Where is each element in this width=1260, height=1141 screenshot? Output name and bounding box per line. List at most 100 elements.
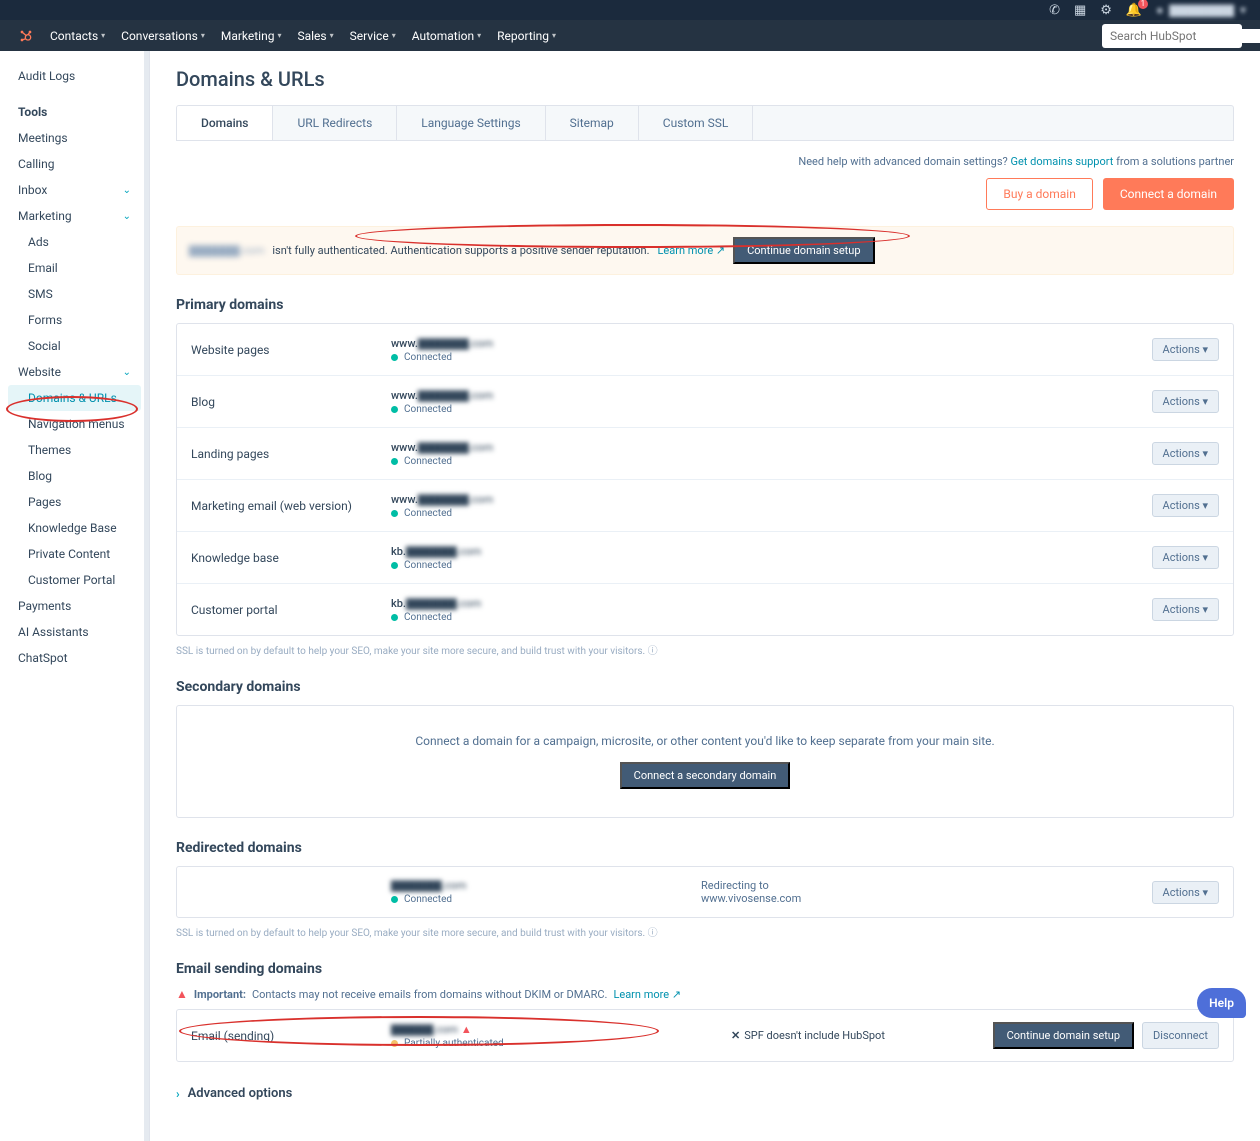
status-dot-icon — [391, 562, 398, 569]
content-type-label: Website pages — [191, 343, 391, 357]
tab-custom-ssl[interactable]: Custom SSL — [639, 106, 753, 140]
connect-secondary-domain-button[interactable]: Connect a secondary domain — [620, 762, 791, 789]
status-dot-icon — [391, 354, 398, 361]
chevron-down-icon: ⌄ — [123, 185, 131, 196]
status-dot-icon — [391, 1040, 398, 1047]
content-type-label: Landing pages — [191, 447, 391, 461]
continue-domain-setup-button[interactable]: Continue domain setup — [993, 1022, 1134, 1049]
connect-domain-button[interactable]: Connect a domain — [1103, 178, 1234, 210]
sidebar-ai-assistants[interactable]: AI Assistants — [0, 619, 149, 645]
account-menu[interactable]: ●▇▇▇▇▇▇▇ ▾ — [1156, 3, 1246, 17]
info-icon[interactable]: ⓘ — [648, 928, 658, 939]
sidebar-calling[interactable]: Calling — [0, 151, 149, 177]
sidebar-inbox[interactable]: Inbox⌄ — [0, 177, 149, 203]
tab-sitemap[interactable]: Sitemap — [546, 106, 639, 140]
search-input[interactable] — [1110, 29, 1260, 43]
actions-button[interactable]: Actions ▾ — [1152, 494, 1219, 517]
page-title: Domains & URLs — [176, 67, 1234, 91]
actions-button[interactable]: Actions ▾ — [1152, 442, 1219, 465]
tab-domains[interactable]: Domains — [177, 106, 273, 140]
email-sending-label: Email (sending) — [191, 1029, 391, 1043]
primary-domain-row: Marketing email (web version)www.▇▇▇▇▇▇.… — [177, 480, 1233, 532]
x-icon: ✕ — [731, 1029, 740, 1042]
content-type-label: Marketing email (web version) — [191, 499, 391, 513]
sidebar-website[interactable]: Website⌄ — [0, 359, 149, 385]
actions-button[interactable]: Actions ▾ — [1152, 881, 1219, 904]
actions-button[interactable]: Actions ▾ — [1152, 598, 1219, 621]
help-button[interactable]: Help — [1197, 988, 1246, 1018]
disconnect-button[interactable]: Disconnect — [1142, 1022, 1219, 1049]
learn-more-link[interactable]: Learn more ↗ — [613, 988, 681, 1001]
sidebar-themes[interactable]: Themes — [0, 437, 149, 463]
primary-domain-row: Blogwww.▇▇▇▇▇▇.comConnectedActions ▾ — [177, 376, 1233, 428]
global-search[interactable]: 🔍 — [1102, 24, 1242, 48]
external-link-icon: ↗ — [716, 244, 725, 257]
sidebar-forms[interactable]: Forms — [0, 307, 149, 333]
status-dot-icon — [391, 896, 398, 903]
primary-domain-row: Customer portalkb.▇▇▇▇▇▇.comConnectedAct… — [177, 584, 1233, 635]
sidebar-email[interactable]: Email — [0, 255, 149, 281]
sidebar-customer-portal[interactable]: Customer Portal — [0, 567, 149, 593]
main-content: Domains & URLs Domains URL Redirects Lan… — [150, 51, 1260, 1141]
actions-button[interactable]: Actions ▾ — [1152, 546, 1219, 569]
info-icon[interactable]: ⓘ — [648, 646, 658, 657]
sidebar-domains-urls[interactable]: Domains & URLs — [8, 385, 141, 411]
sidebar-audit-logs[interactable]: Audit Logs — [0, 63, 149, 89]
notifications-icon[interactable]: 🔔1 — [1126, 3, 1142, 18]
top-icon-bar: ✆ ▦ ⚙ 🔔1 ●▇▇▇▇▇▇▇ ▾ — [0, 0, 1260, 20]
redirected-domain: ▇▇▇▇▇▇.com — [391, 879, 701, 892]
sidebar-tools-header: Tools — [0, 89, 149, 125]
tab-language-settings[interactable]: Language Settings — [397, 106, 545, 140]
settings-sidebar: Audit Logs Tools Meetings Calling Inbox⌄… — [0, 51, 150, 1141]
email-sending-domains-heading: Email sending domains — [176, 961, 1234, 977]
buy-domain-button[interactable]: Buy a domain — [986, 178, 1092, 210]
tab-url-redirects[interactable]: URL Redirects — [273, 106, 397, 140]
alert-domain: ▇▇▇▇▇▇.com — [189, 244, 264, 257]
tabs: Domains URL Redirects Language Settings … — [176, 105, 1234, 141]
get-domains-support-link[interactable]: Get domains support — [1010, 155, 1113, 168]
actions-button[interactable]: Actions ▾ — [1152, 390, 1219, 413]
primary-domains-heading: Primary domains — [176, 297, 1234, 313]
learn-more-link[interactable]: Learn more ↗ — [658, 244, 726, 257]
external-link-icon: ↗ — [672, 988, 681, 1001]
sidebar-sms[interactable]: SMS — [0, 281, 149, 307]
nav-marketing[interactable]: Marketing▾ — [221, 29, 282, 43]
primary-domain-row: Landing pageswww.▇▇▇▇▇▇.comConnectedActi… — [177, 428, 1233, 480]
sidebar-payments[interactable]: Payments — [0, 593, 149, 619]
secondary-domains-heading: Secondary domains — [176, 679, 1234, 695]
nav-automation[interactable]: Automation▾ — [412, 29, 481, 43]
primary-domain-row: Website pageswww.▇▇▇▇▇▇.comConnectedActi… — [177, 324, 1233, 376]
secondary-domains-panel: Connect a domain for a campaign, microsi… — [176, 705, 1234, 818]
advanced-options-toggle[interactable]: › Advanced options — [176, 1086, 1234, 1101]
actions-button[interactable]: Actions ▾ — [1152, 338, 1219, 361]
sidebar-meetings[interactable]: Meetings — [0, 125, 149, 151]
marketplace-icon[interactable]: ▦ — [1074, 3, 1086, 18]
hubspot-logo-icon[interactable] — [18, 28, 34, 44]
sidebar-chatspot[interactable]: ChatSpot — [0, 645, 149, 671]
help-line: Need help with advanced domain settings?… — [176, 155, 1234, 168]
chevron-down-icon: ⌄ — [123, 367, 131, 378]
nav-sales[interactable]: Sales▾ — [297, 29, 333, 43]
nav-service[interactable]: Service▾ — [350, 29, 396, 43]
sidebar-blog[interactable]: Blog — [0, 463, 149, 489]
sidebar-knowledge-base[interactable]: Knowledge Base — [0, 515, 149, 541]
email-domains-panel: Email (sending) ▇▇▇▇▇.com ▲ Partially au… — [176, 1009, 1234, 1062]
sidebar-private-content[interactable]: Private Content — [0, 541, 149, 567]
chevron-right-icon: › — [176, 1087, 180, 1101]
nav-conversations[interactable]: Conversations▾ — [121, 29, 205, 43]
settings-icon[interactable]: ⚙ — [1100, 3, 1112, 18]
warning-icon: ▲ — [176, 987, 188, 1001]
sidebar-ads[interactable]: Ads — [0, 229, 149, 255]
nav-contacts[interactable]: Contacts▾ — [50, 29, 105, 43]
sidebar-social[interactable]: Social — [0, 333, 149, 359]
calling-icon[interactable]: ✆ — [1049, 3, 1060, 18]
ssl-note: SSL is turned on by default to help your… — [176, 924, 1234, 939]
continue-domain-setup-button[interactable]: Continue domain setup — [733, 237, 874, 264]
sidebar-pages[interactable]: Pages — [0, 489, 149, 515]
primary-domains-panel: Website pageswww.▇▇▇▇▇▇.comConnectedActi… — [176, 323, 1234, 636]
sidebar-navigation-menus[interactable]: Navigation menus — [0, 411, 149, 437]
nav-reporting[interactable]: Reporting▾ — [497, 29, 556, 43]
sidebar-marketing[interactable]: Marketing⌄ — [0, 203, 149, 229]
ssl-note: SSL is turned on by default to help your… — [176, 642, 1234, 657]
content-type-label: Knowledge base — [191, 551, 391, 565]
